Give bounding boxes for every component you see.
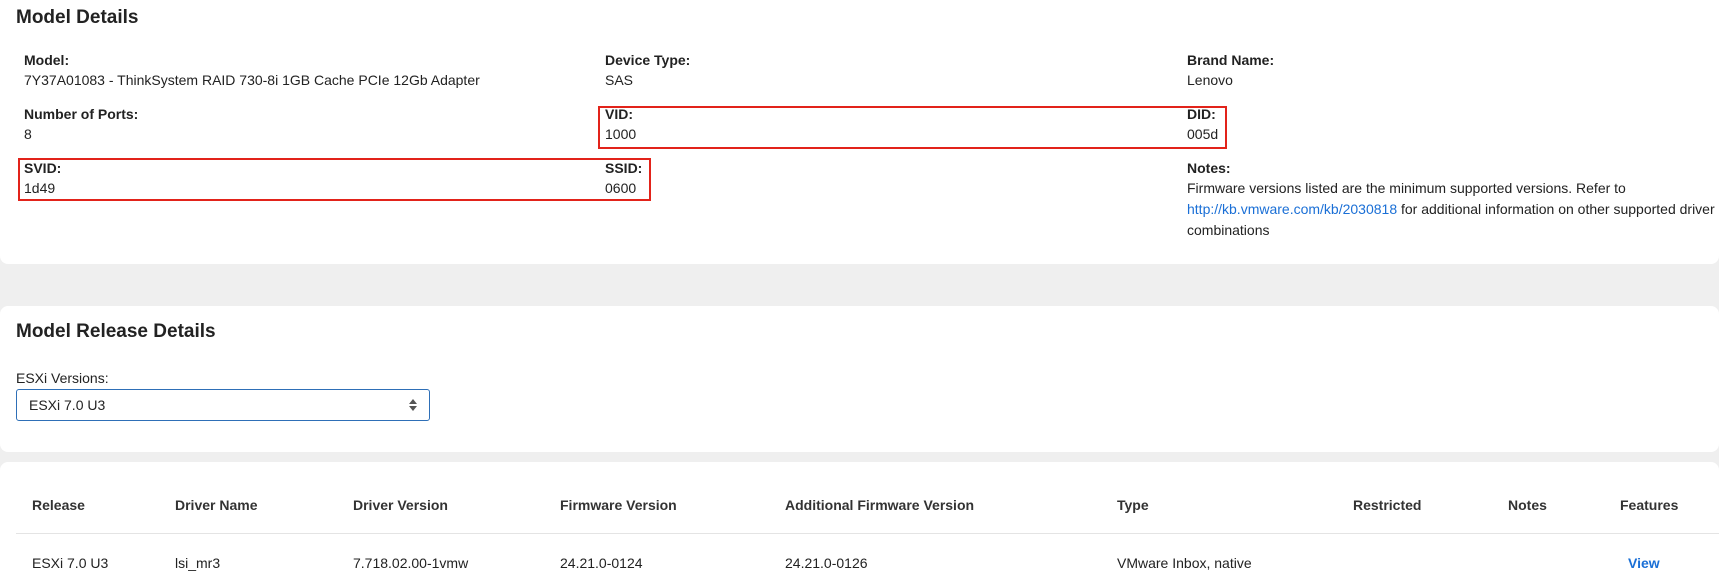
select-arrows-icon xyxy=(409,399,417,411)
release-table-card: Release Driver Name Driver Version Firmw… xyxy=(0,462,1719,583)
svid-ssid-highlight-box xyxy=(18,158,651,201)
ssid-label: SSID: xyxy=(605,160,643,176)
model-value: 7Y37A01083 - ThinkSystem RAID 730-8i 1GB… xyxy=(24,72,480,88)
svid-field: SVID: 1d49 xyxy=(24,158,61,198)
device-type-label: Device Type: xyxy=(605,52,691,68)
features-view-link[interactable]: View xyxy=(1628,555,1660,571)
model-details-card: Model Details Model: 7Y37A01083 - ThinkS… xyxy=(0,0,1719,264)
cell-driver-name: lsi_mr3 xyxy=(175,555,221,571)
brand-name-label: Brand Name: xyxy=(1187,52,1275,68)
vid-did-highlight-box xyxy=(598,106,1227,149)
did-value: 005d xyxy=(1187,126,1219,142)
cell-release: ESXi 7.0 U3 xyxy=(32,555,109,571)
esxi-selected-value: ESXi 7.0 U3 xyxy=(29,397,106,413)
esxi-versions-label: ESXi Versions: xyxy=(16,370,109,386)
brand-name-value: Lenovo xyxy=(1187,72,1233,88)
number-of-ports-value: 8 xyxy=(24,126,32,142)
vid-label: VID: xyxy=(605,106,633,122)
header-driver-name: Driver Name xyxy=(175,497,258,513)
model-field: Model: 7Y37A01083 - ThinkSystem RAID 730… xyxy=(24,50,480,90)
number-of-ports-label: Number of Ports: xyxy=(24,106,139,122)
number-of-ports-field: Number of Ports: 8 xyxy=(24,104,138,144)
ssid-field: SSID: 0600 xyxy=(605,158,642,198)
model-release-title: Model Release Details xyxy=(16,321,216,342)
did-label: DID: xyxy=(1187,106,1216,122)
model-details-title: Model Details xyxy=(16,7,139,28)
header-notes: Notes xyxy=(1508,497,1547,513)
notes-value: Firmware versions listed are the minimum… xyxy=(1187,178,1719,241)
header-firmware-version: Firmware Version xyxy=(560,497,677,513)
device-type-field: Device Type: SAS xyxy=(605,50,690,90)
table-header-divider xyxy=(16,533,1719,534)
header-additional-firmware-version: Additional Firmware Version xyxy=(785,497,975,513)
kb-link[interactable]: http://kb.vmware.com/kb/2030818 xyxy=(1187,201,1397,217)
model-release-card: Model Release Details ESXi Versions: ESX… xyxy=(0,306,1719,452)
svid-label: SVID: xyxy=(24,160,62,176)
notes-field: Notes: Firmware versions listed are the … xyxy=(1187,158,1719,241)
brand-name-field: Brand Name: Lenovo xyxy=(1187,50,1274,90)
cell-type: VMware Inbox, native xyxy=(1117,555,1252,571)
ssid-value: 0600 xyxy=(605,180,637,196)
header-restricted: Restricted xyxy=(1353,497,1422,513)
header-release: Release xyxy=(32,497,85,513)
notes-label: Notes: xyxy=(1187,160,1231,176)
cell-driver-version: 7.718.02.00-1vmw xyxy=(353,555,469,571)
model-label: Model: xyxy=(24,52,70,68)
svid-value: 1d49 xyxy=(24,180,56,196)
notes-text-before: Firmware versions listed are the minimum… xyxy=(1187,180,1626,196)
header-type: Type xyxy=(1117,497,1149,513)
vid-field: VID: 1000 xyxy=(605,104,636,144)
header-driver-version: Driver Version xyxy=(353,497,448,513)
header-features: Features xyxy=(1620,497,1679,513)
device-type-value: SAS xyxy=(605,72,634,88)
cell-additional-firmware-version: 24.21.0-0126 xyxy=(785,555,868,571)
cell-firmware-version: 24.21.0-0124 xyxy=(560,555,643,571)
vid-value: 1000 xyxy=(605,126,637,142)
did-field: DID: 005d xyxy=(1187,104,1218,144)
esxi-versions-select[interactable]: ESXi 7.0 U3 xyxy=(16,389,430,421)
